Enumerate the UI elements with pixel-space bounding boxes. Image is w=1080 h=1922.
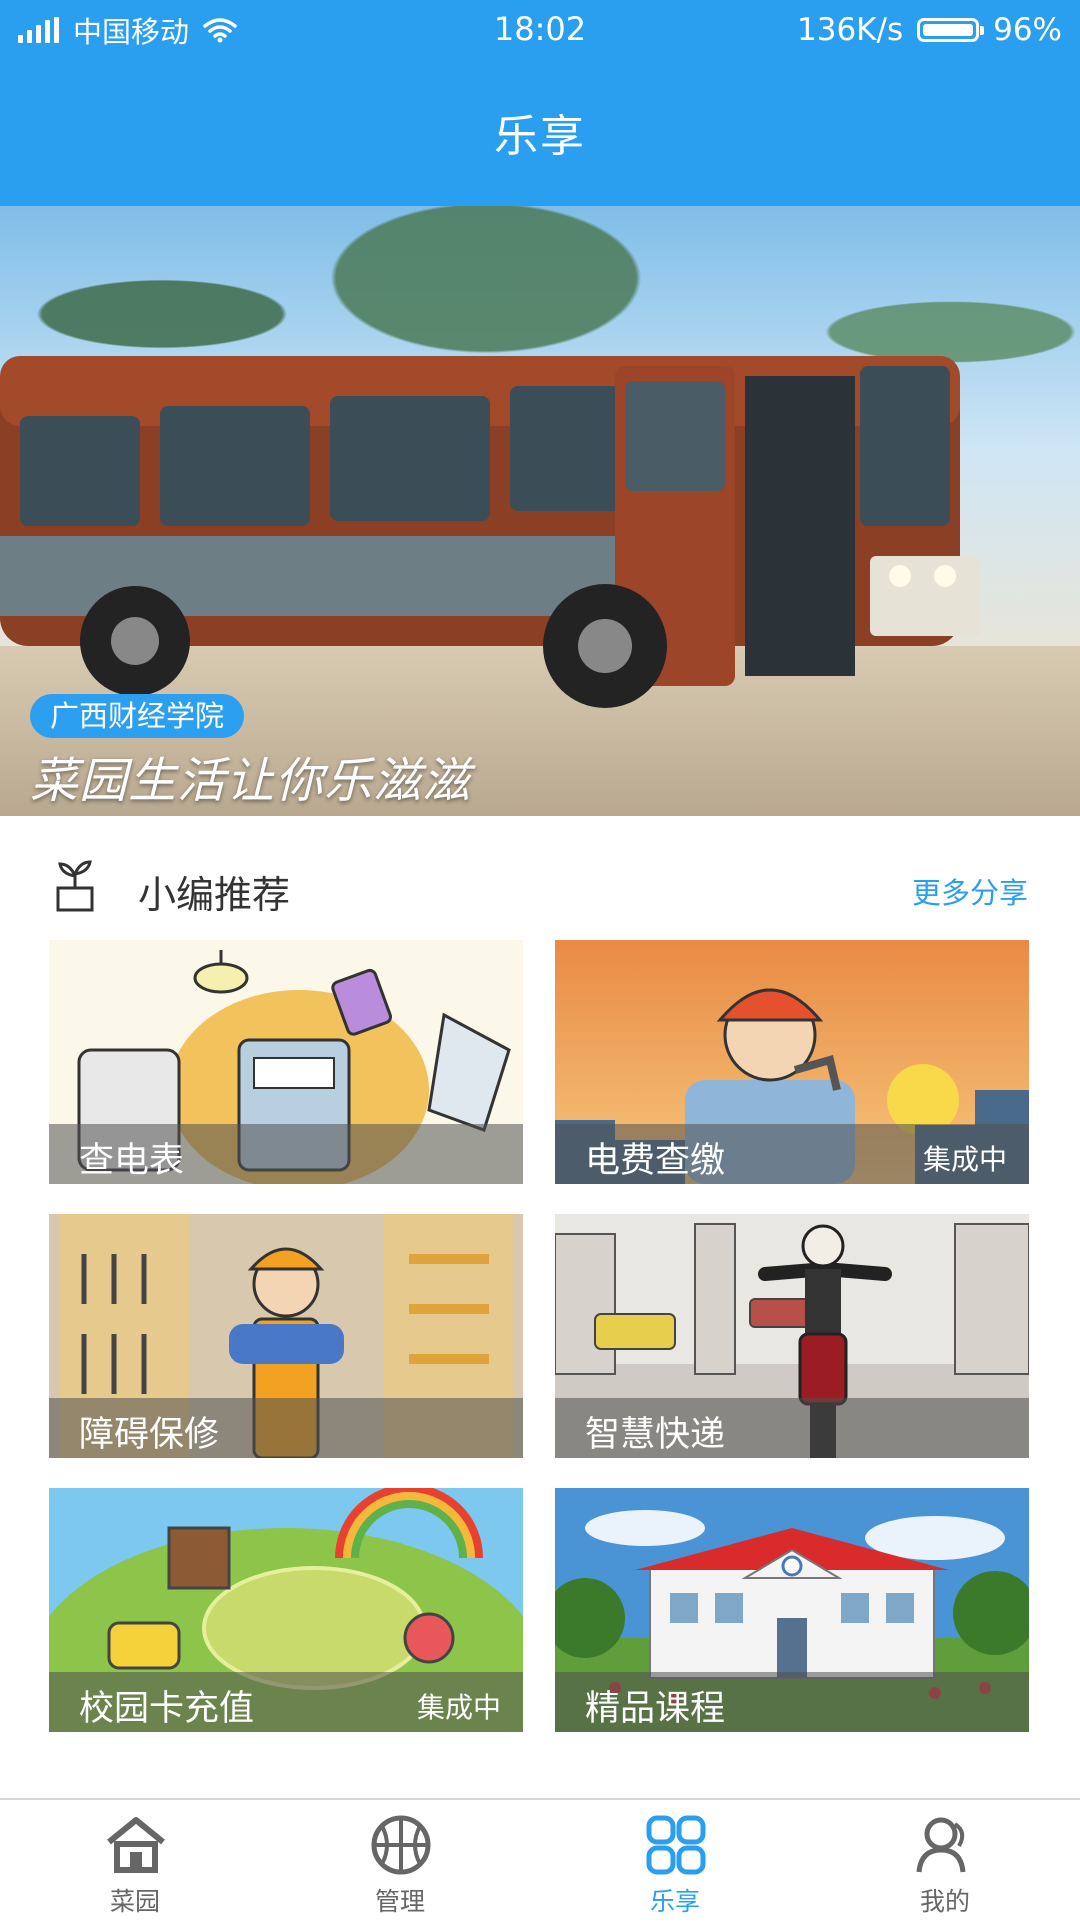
battery-percent-text: 96%	[993, 12, 1062, 48]
banner-slogan: 菜园生活让你乐滋滋	[30, 753, 472, 809]
tile-badge: 集成中	[416, 1691, 501, 1724]
nav-item-mine[interactable]: 我的	[810, 1800, 1080, 1922]
recommend-section-header: 小编推荐 更多分享	[0, 840, 1080, 930]
tile-repair[interactable]: 障碍保修	[49, 1214, 523, 1458]
top-bar: 中国移动 18:02 136K/s 96% 乐享	[0, 0, 1080, 206]
bus-illustration	[0, 356, 980, 708]
tile-caption: 精品课程	[555, 1672, 1029, 1732]
user-icon	[916, 1817, 966, 1873]
nav-label: 乐享	[649, 1887, 700, 1916]
basketball-icon	[371, 1815, 431, 1875]
grid-icon	[646, 1815, 706, 1875]
tile-name: 查电表	[79, 1141, 185, 1181]
tile-name: 精品课程	[585, 1689, 726, 1729]
tile-smart-delivery[interactable]: 智慧快递	[555, 1214, 1029, 1458]
tile-name: 智慧快递	[585, 1415, 726, 1455]
banner-carousel[interactable]: 广西财经学院 菜园生活让你乐滋滋	[0, 206, 1080, 816]
network-speed-text: 136K/s	[797, 12, 904, 48]
tile-electric-bill[interactable]: 电费查缴 集成中	[555, 940, 1029, 1184]
nav-label: 我的	[919, 1887, 970, 1916]
tile-campus-card-topup[interactable]: 校园卡充值 集成中	[49, 1488, 523, 1732]
sprout-pot-icon	[56, 860, 94, 912]
nav-label: 菜园	[109, 1887, 160, 1916]
home-icon	[107, 1817, 165, 1873]
tile-caption: 障碍保修	[49, 1398, 523, 1458]
page-title: 乐享	[494, 111, 586, 162]
tile-badge: 集成中	[922, 1143, 1007, 1176]
more-share-link[interactable]: 更多分享	[912, 870, 1028, 912]
nav-label: 管理	[374, 1887, 425, 1916]
tile-caption: 查电表	[49, 1124, 523, 1184]
bottom-nav: 菜园 管理 乐享 我的	[0, 1798, 1080, 1922]
nav-item-enjoy[interactable]: 乐享	[540, 1800, 810, 1922]
tile-name: 校园卡充值	[79, 1689, 255, 1729]
tile-name: 电费查缴	[585, 1141, 726, 1181]
tile-caption: 校园卡充值 集成中	[49, 1672, 523, 1732]
battery-icon	[917, 18, 985, 42]
nav-item-garden[interactable]: 菜园	[0, 1800, 270, 1922]
tile-name: 障碍保修	[79, 1415, 220, 1455]
nav-item-manage[interactable]: 管理	[265, 1800, 535, 1922]
section-title: 小编推荐	[138, 873, 291, 917]
tile-caption: 智慧快递	[555, 1398, 1029, 1458]
school-tag: 广西财经学院	[30, 694, 245, 738]
status-bar: 中国移动 18:02 136K/s 96%	[0, 0, 1080, 62]
tile-quality-courses[interactable]: 精品课程	[555, 1488, 1029, 1732]
tile-meter-reading[interactable]: 查电表	[49, 940, 523, 1184]
tile-caption: 电费查缴 集成中	[555, 1124, 1029, 1184]
